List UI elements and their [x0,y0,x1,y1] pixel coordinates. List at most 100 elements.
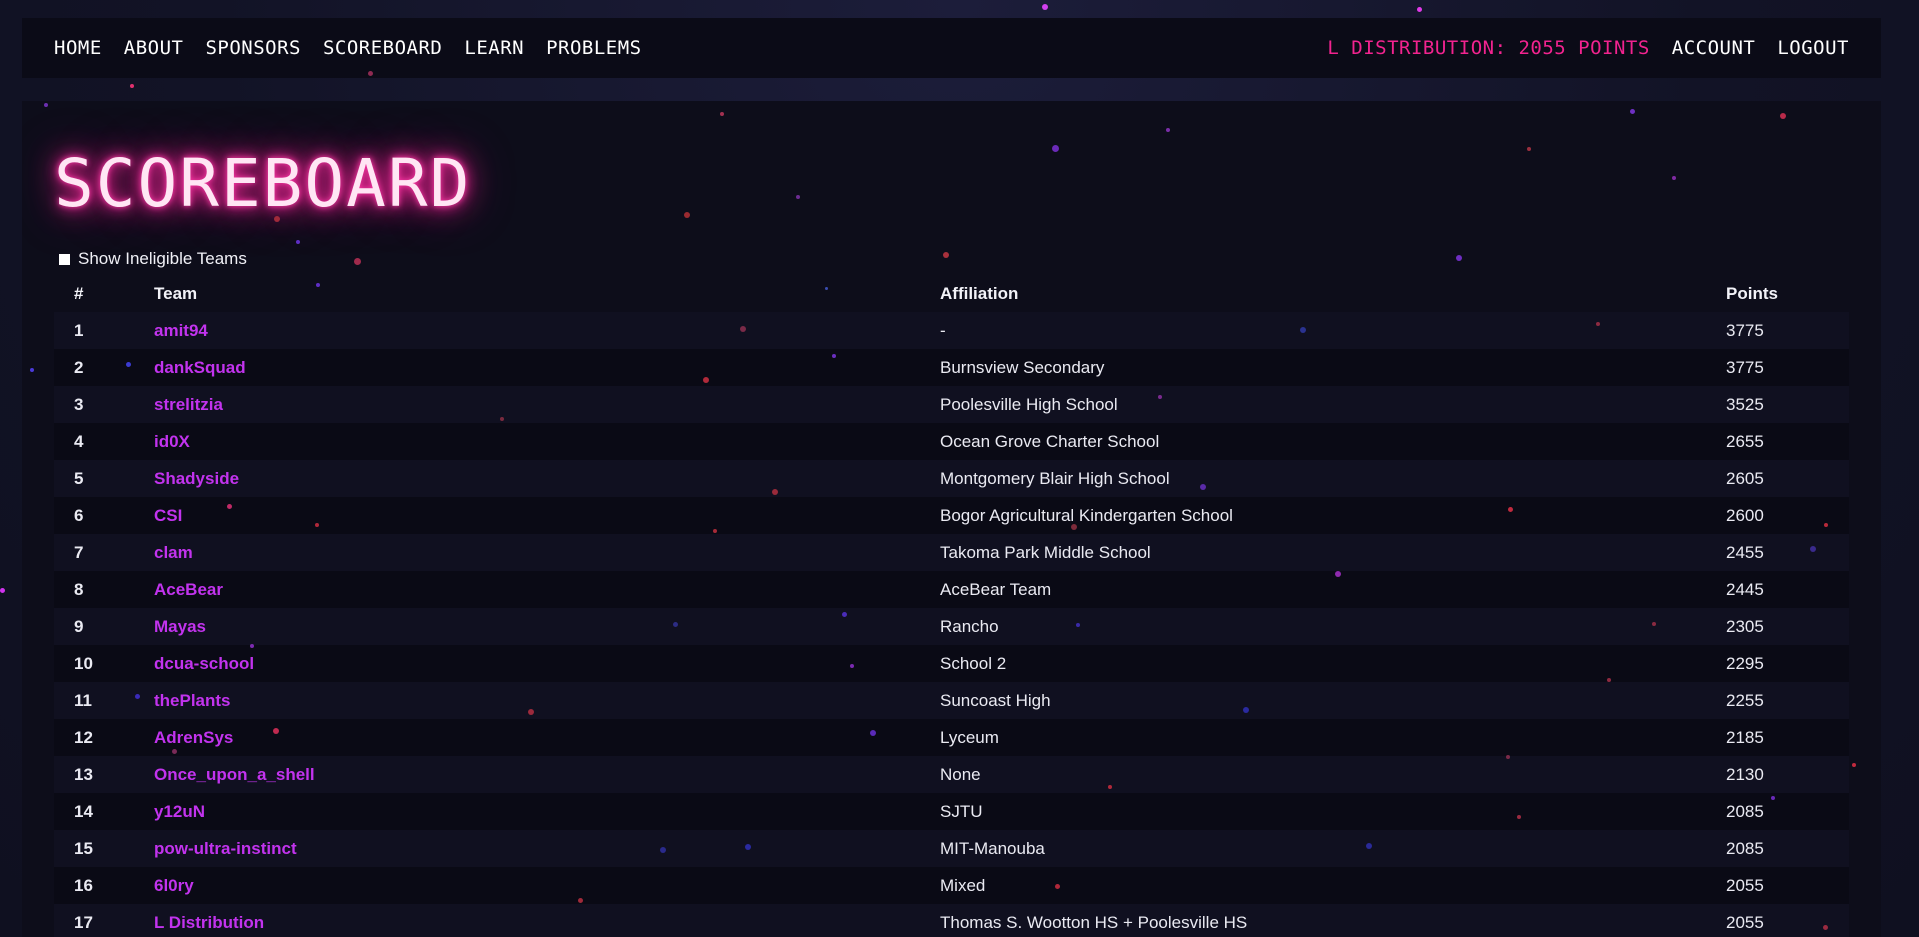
rank-cell: 4 [74,431,84,451]
rank-cell: 6 [74,505,84,525]
team-link[interactable]: y12uN [154,802,205,821]
team-link[interactable]: AdrenSys [154,728,233,747]
affiliation-cell: SJTU [940,801,983,821]
points-cell: 2055 [1726,912,1764,932]
team-link[interactable]: dankSquad [154,358,246,377]
affiliation-cell: Rancho [940,616,999,636]
team-cell: AdrenSys [154,719,940,756]
header-team: Team [154,283,198,303]
team-link[interactable]: L Distribution [154,913,264,932]
nav-problems-link[interactable]: PROBLEMS [546,37,642,59]
points-cell: 2055 [1726,875,1764,895]
page-title: SCOREBOARD [54,145,472,222]
affiliation-cell: None [940,764,981,784]
rank-cell: 15 [74,838,93,858]
team-link[interactable]: thePlants [154,691,231,710]
team-cell: thePlants [154,682,940,719]
affiliation-cell: Takoma Park Middle School [940,542,1151,562]
points-cell: 2455 [1726,542,1764,562]
scoreboard-table: # Team Affiliation Points 1 amit94 - 3775 2… [54,275,1849,937]
nav-scoreboard-link[interactable]: SCOREBOARD [323,37,442,59]
rank-cell: 9 [74,616,84,636]
table-row: 13 Once_upon_a_shell None 2130 [54,756,1849,793]
table-row: 17 L Distribution Thomas S. Wootton HS + P… [54,904,1849,937]
nav-logout-link[interactable]: LOGOUT [1777,37,1849,59]
table-row: 3 strelitzia Poolesville High School 3525 [54,386,1849,423]
header-rank: # [74,283,84,303]
scoreboard-panel: SCOREBOARD Show Ineligible Teams # Team … [22,101,1881,937]
team-cell: L Distribution [154,904,940,937]
rank-cell: 13 [74,764,93,784]
rank-cell: 7 [74,542,84,562]
table-row: 10 dcua-school School 2 2295 [54,645,1849,682]
affiliation-cell: Ocean Grove Charter School [940,431,1160,451]
points-cell: 3775 [1726,320,1764,340]
team-cell: dcua-school [154,645,940,682]
table-row: 1 amit94 - 3775 [54,312,1849,349]
team-link[interactable]: Once_upon_a_shell [154,765,315,784]
points-cell: 2130 [1726,764,1764,784]
nav-about-link[interactable]: ABOUT [124,37,184,59]
primary-nav: HOME ABOUT SPONSORS SCOREBOARD LEARN PRO… [54,37,642,59]
table-row: 7 clam Takoma Park Middle School 2455 [54,534,1849,571]
team-link[interactable]: strelitzia [154,395,223,414]
affiliation-cell: MIT-Manouba [940,838,1045,858]
table-row: 15 pow-ultra-instinct MIT-Manouba 2085 [54,830,1849,867]
header-points: Points [1726,283,1778,303]
rank-cell: 1 [74,320,84,340]
team-link[interactable]: 6l0ry [154,876,194,895]
table-row: 9 Mayas Rancho 2305 [54,608,1849,645]
team-link[interactable]: id0X [154,432,190,451]
rank-cell: 2 [74,357,84,377]
rank-cell: 3 [74,394,84,414]
points-cell: 2655 [1726,431,1764,451]
header-affiliation: Affiliation [940,283,1019,303]
account-nav: L DISTRIBUTION: 2055 POINTS ACCOUNT LOGO… [1327,37,1849,59]
team-cell: y12uN [154,793,940,830]
show-ineligible-toggle[interactable]: Show Ineligible Teams [59,249,247,269]
nav-learn-link[interactable]: LEARN [464,37,524,59]
team-link[interactable]: amit94 [154,321,208,340]
team-points-link[interactable]: L DISTRIBUTION: 2055 POINTS [1327,37,1649,59]
team-cell: amit94 [154,312,940,349]
table-row: 11 thePlants Suncoast High 2255 [54,682,1849,719]
table-row: 16 6l0ry Mixed 2055 [54,867,1849,904]
nav-sponsors-link[interactable]: SPONSORS [205,37,301,59]
team-link[interactable]: clam [154,543,193,562]
table-row: 14 y12uN SJTU 2085 [54,793,1849,830]
team-link[interactable]: dcua-school [154,654,254,673]
table-row: 12 AdrenSys Lyceum 2185 [54,719,1849,756]
team-cell: clam [154,534,940,571]
show-ineligible-checkbox[interactable] [59,253,70,265]
team-cell: AceBear [154,571,940,608]
team-link[interactable]: AceBear [154,580,223,599]
points-cell: 3525 [1726,394,1764,414]
team-link[interactable]: Mayas [154,617,206,636]
affiliation-cell: Montgomery Blair High School [940,468,1170,488]
points-cell: 2185 [1726,727,1764,747]
team-cell: dankSquad [154,349,940,386]
table-header-row: # Team Affiliation Points [54,275,1849,312]
affiliation-cell: Burnsview Secondary [940,357,1105,377]
points-cell: 2600 [1726,505,1764,525]
team-link[interactable]: CSI [154,506,182,525]
points-cell: 2085 [1726,801,1764,821]
table-row: 2 dankSquad Burnsview Secondary 3775 [54,349,1849,386]
rank-cell: 14 [74,801,93,821]
points-cell: 2255 [1726,690,1764,710]
team-cell: CSI [154,497,940,534]
team-link[interactable]: pow-ultra-instinct [154,839,297,858]
team-link[interactable]: Shadyside [154,469,239,488]
affiliation-cell: Bogor Agricultural Kindergarten School [940,505,1233,525]
rank-cell: 16 [74,875,93,895]
nav-account-link[interactable]: ACCOUNT [1672,37,1756,59]
affiliation-cell: Poolesville High School [940,394,1118,414]
rank-cell: 12 [74,727,93,747]
team-cell: strelitzia [154,386,940,423]
affiliation-cell: School 2 [940,653,1007,673]
affiliation-cell: Mixed [940,875,986,895]
table-row: 4 id0X Ocean Grove Charter School 2655 [54,423,1849,460]
team-cell: Shadyside [154,460,940,497]
rank-cell: 5 [74,468,84,488]
nav-home-link[interactable]: HOME [54,37,102,59]
